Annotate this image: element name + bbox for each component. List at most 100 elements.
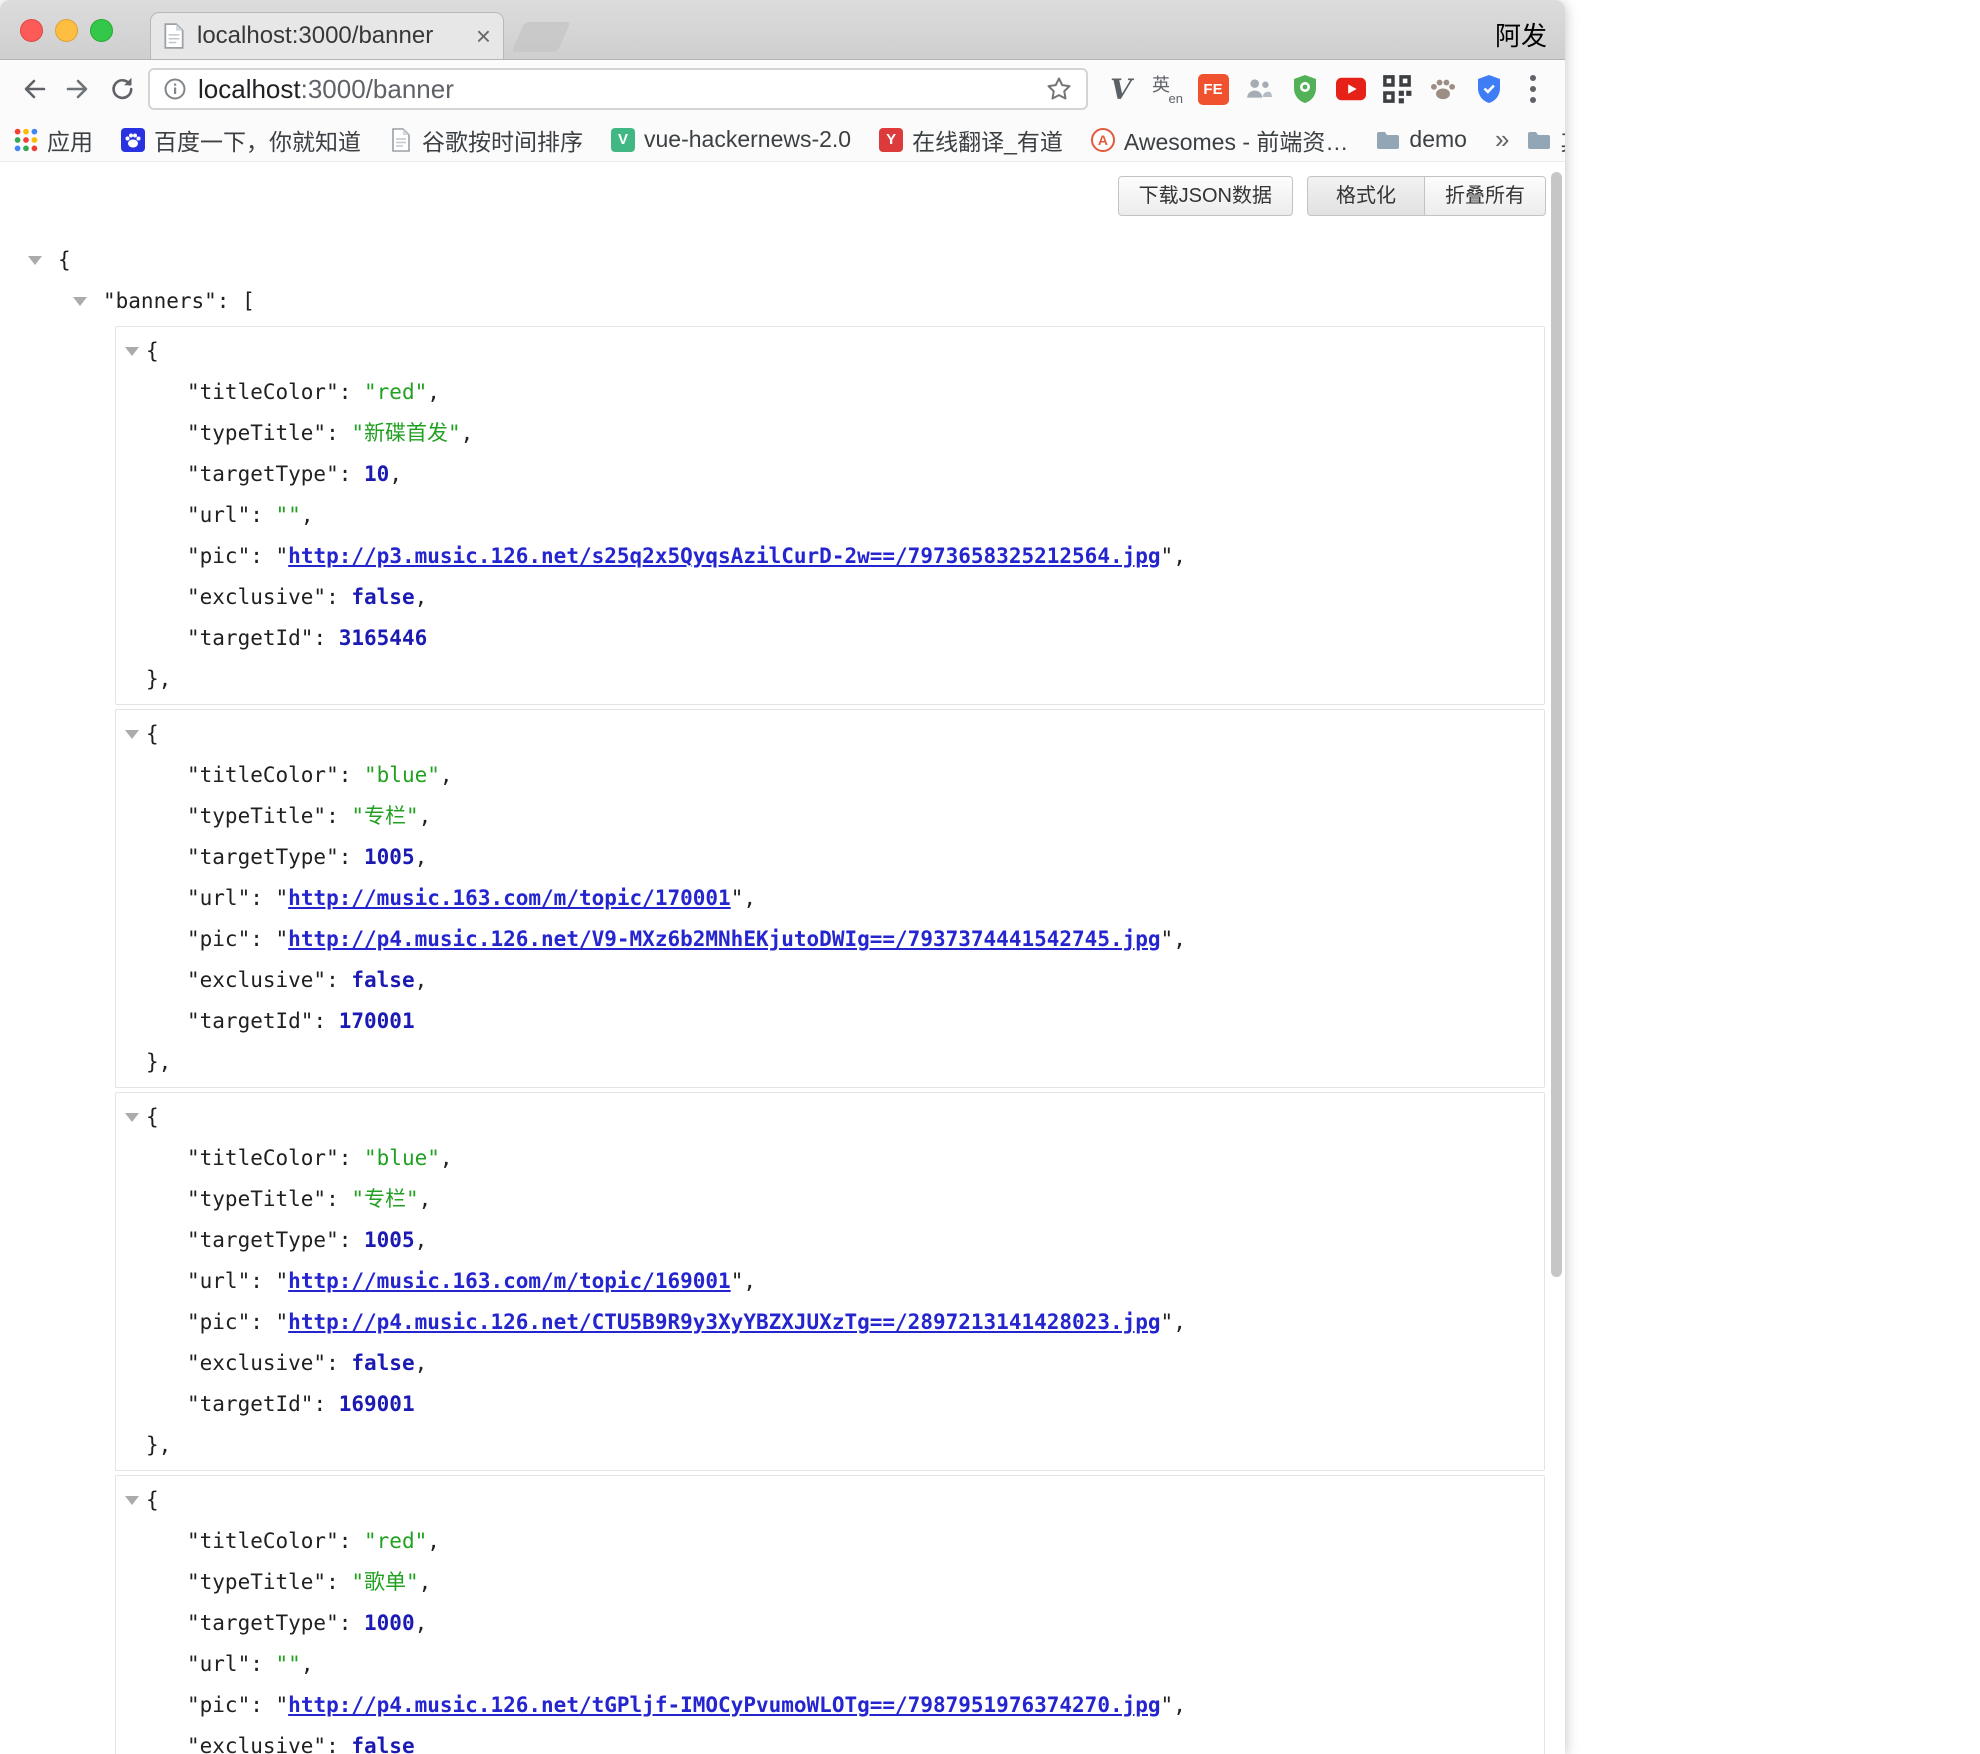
json-line: { bbox=[116, 714, 1544, 755]
json-token: , bbox=[1173, 927, 1186, 951]
json-url-link[interactable]: http://music.163.com/m/topic/170001 bbox=[288, 886, 731, 910]
json-value-number: 1005 bbox=[364, 845, 415, 869]
json-object-box: {"titleColor": "red","typeTitle": "新碟首发"… bbox=[115, 326, 1545, 705]
vue-icon: V bbox=[611, 128, 635, 152]
baidu-icon bbox=[121, 128, 145, 152]
collapse-toggle-icon[interactable] bbox=[125, 1113, 139, 1122]
scrollbar-thumb[interactable] bbox=[1551, 172, 1562, 1277]
json-token: , bbox=[419, 1187, 432, 1211]
tab-strip: localhost:3000/banner × 阿发 bbox=[0, 0, 1565, 60]
json-token: , bbox=[415, 845, 428, 869]
json-token: " bbox=[1161, 927, 1174, 951]
bookmarks-bar: 应用百度一下，你就知道谷歌按时间排序 Vvue-hackernews-2.0 Y在线… bbox=[0, 118, 1565, 162]
format-collapse-group: 格式化 折叠所有 bbox=[1307, 176, 1546, 216]
json-key: "titleColor" bbox=[187, 380, 339, 404]
collapse-toggle-icon[interactable] bbox=[125, 1496, 139, 1505]
json-line: "typeTitle": "歌单", bbox=[116, 1562, 1544, 1603]
qr-code-extension-icon[interactable] bbox=[1378, 70, 1416, 108]
json-token: : bbox=[250, 927, 275, 951]
json-value-number: 170001 bbox=[339, 1009, 415, 1033]
shield-blue-extension-icon[interactable] bbox=[1470, 70, 1508, 108]
json-line: { bbox=[116, 1480, 1544, 1521]
bookmarks-overflow-chevron[interactable]: » bbox=[1495, 124, 1509, 155]
other-bookmarks-folder[interactable]: 其他书签 bbox=[1527, 123, 1565, 157]
json-token: : bbox=[250, 1310, 275, 1334]
toolbar: localhost:3000/banner V英en FE bbox=[0, 60, 1565, 118]
paw-extension-icon[interactable] bbox=[1424, 70, 1462, 108]
url-text: localhost:3000/banner bbox=[198, 74, 1044, 105]
bookmark-item[interactable]: 谷歌按时间排序 bbox=[389, 123, 583, 157]
json-token: , bbox=[415, 1351, 428, 1375]
json-value-string: "blue" bbox=[364, 763, 440, 787]
reload-button[interactable] bbox=[100, 67, 144, 111]
json-token: , bbox=[415, 1611, 428, 1635]
shield-green-extension-icon[interactable] bbox=[1286, 70, 1324, 108]
json-object-box: {"titleColor": "blue","typeTitle": "专栏",… bbox=[115, 709, 1545, 1088]
json-key: "exclusive" bbox=[187, 1351, 326, 1375]
json-token: , bbox=[427, 1529, 440, 1553]
json-key: "titleColor" bbox=[187, 1529, 339, 1553]
json-token: , bbox=[389, 462, 402, 486]
forward-button[interactable] bbox=[56, 67, 100, 111]
fe-extension-icon[interactable]: FE bbox=[1194, 70, 1232, 108]
collapse-toggle-icon[interactable] bbox=[73, 297, 87, 306]
fe-extension-label: FE bbox=[1198, 74, 1229, 105]
collapse-toggle-icon[interactable] bbox=[28, 256, 42, 265]
json-token: { bbox=[146, 722, 159, 746]
close-window-button[interactable] bbox=[20, 19, 43, 42]
json-key: "targetId" bbox=[187, 626, 313, 650]
json-token: " bbox=[276, 1693, 289, 1717]
bookmark-item[interactable]: demo bbox=[1376, 126, 1467, 153]
json-token: , bbox=[301, 503, 314, 527]
json-key: "url" bbox=[187, 503, 250, 527]
collapse-toggle-icon[interactable] bbox=[125, 730, 139, 739]
youtube-extension-icon[interactable] bbox=[1332, 70, 1370, 108]
translate-en-label: en bbox=[1169, 91, 1183, 106]
minimize-window-button[interactable] bbox=[55, 19, 78, 42]
json-token: : bbox=[326, 1734, 351, 1754]
zoom-window-button[interactable] bbox=[90, 19, 113, 42]
json-url-link[interactable]: http://p4.music.126.net/tGPljf-IMOCyPvum… bbox=[288, 1693, 1160, 1717]
json-key: "typeTitle" bbox=[187, 1187, 326, 1211]
collapse-all-button[interactable]: 折叠所有 bbox=[1425, 176, 1546, 216]
tab-close-icon[interactable]: × bbox=[476, 23, 491, 49]
json-line: "banners": [ bbox=[0, 281, 1565, 322]
json-url-link[interactable]: http://p3.music.126.net/s25q2x5QyqsAzilC… bbox=[288, 544, 1160, 568]
json-key: "titleColor" bbox=[187, 763, 339, 787]
json-line: "titleColor": "blue", bbox=[116, 1138, 1544, 1179]
bookmark-item[interactable]: 应用 bbox=[14, 123, 93, 157]
page-info-icon[interactable] bbox=[162, 76, 188, 102]
bookmark-item[interactable]: Y在线翻译_有道 bbox=[879, 123, 1063, 157]
json-key: "typeTitle" bbox=[187, 1570, 326, 1594]
json-token: , bbox=[743, 886, 756, 910]
new-tab-button[interactable] bbox=[511, 22, 570, 52]
back-button[interactable] bbox=[12, 67, 56, 111]
json-line: "targetType": 10, bbox=[116, 454, 1544, 495]
bookmark-star-icon[interactable] bbox=[1044, 74, 1074, 104]
json-value-boolean: false bbox=[351, 968, 414, 992]
format-button[interactable]: 格式化 bbox=[1307, 176, 1425, 216]
download-json-button[interactable]: 下载JSON数据 bbox=[1118, 176, 1293, 216]
json-key: "exclusive" bbox=[187, 1734, 326, 1754]
browser-menu-icon[interactable] bbox=[1514, 67, 1552, 111]
json-url-link[interactable]: http://p4.music.126.net/V9-MXz6b2MNhEKju… bbox=[288, 927, 1160, 951]
bookmark-item[interactable]: AAwesomes - 前端资… bbox=[1091, 123, 1349, 157]
bookmark-label: Awesomes - 前端资… bbox=[1124, 123, 1349, 157]
json-value-string: "专栏" bbox=[351, 804, 418, 828]
address-bar[interactable]: localhost:3000/banner bbox=[148, 68, 1088, 110]
bookmark-item[interactable]: Vvue-hackernews-2.0 bbox=[611, 126, 851, 153]
profile-name[interactable]: 阿发 bbox=[1495, 16, 1547, 53]
people-extension-icon[interactable] bbox=[1240, 70, 1278, 108]
json-key: "pic" bbox=[187, 544, 250, 568]
translate-extension-icon[interactable]: 英en bbox=[1148, 70, 1186, 108]
json-url-link[interactable]: http://music.163.com/m/topic/169001 bbox=[288, 1269, 731, 1293]
collapse-toggle-icon[interactable] bbox=[125, 347, 139, 356]
json-line: "pic": "http://p3.music.126.net/s25q2x5Q… bbox=[116, 536, 1544, 577]
json-url-link[interactable]: http://p4.music.126.net/CTU5B9R9y3XyYBZX… bbox=[288, 1310, 1160, 1334]
bookmark-item[interactable]: 百度一下，你就知道 bbox=[121, 123, 361, 157]
json-token: : bbox=[339, 845, 364, 869]
browser-tab[interactable]: localhost:3000/banner × bbox=[150, 12, 504, 59]
json-token: , bbox=[419, 1570, 432, 1594]
vimium-extension-icon[interactable]: V bbox=[1102, 70, 1140, 108]
json-token: { bbox=[146, 339, 159, 363]
